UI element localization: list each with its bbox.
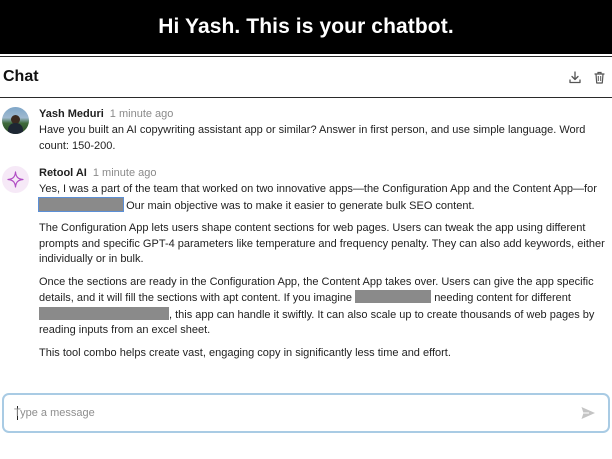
message-text: Have you built an AI copywriting assista…	[39, 123, 611, 161]
chat-title: Chat	[3, 68, 39, 85]
redacted-text	[355, 290, 432, 303]
chatbot-banner: Hi Yash. This is your chatbot.	[0, 0, 612, 54]
download-icon[interactable]	[568, 69, 582, 85]
paragraph-text: Our main objective was to make it easier…	[126, 199, 475, 212]
message-header: Yash Meduri 1 minute ago	[39, 107, 173, 121]
message-input[interactable]	[14, 404, 554, 422]
redacted-text	[38, 196, 124, 212]
bot-avatar	[2, 166, 29, 193]
sender-name: Yash Meduri	[39, 108, 104, 120]
message-paragraph: Yes, I was a part of the team that worke…	[38, 182, 611, 214]
user-avatar	[2, 107, 29, 134]
paragraph-text: needing content for different	[434, 292, 571, 304]
message-list: Yash Meduri 1 minute ago Have you built a…	[0, 98, 612, 388]
message-paragraph: This tool combo helps create vast, engag…	[39, 346, 451, 359]
message-time: 1 minute ago	[109, 108, 174, 120]
paragraph-text: Yes, I was a part of the team that worke…	[39, 183, 597, 195]
chat-actions	[568, 69, 606, 85]
message-paragraph: The Configuration App lets users shape c…	[39, 222, 605, 265]
message-paragraph: Have you built an AI copywriting assista…	[39, 124, 586, 152]
message-text: Yes, I was a part of the team that worke…	[38, 182, 611, 368]
chat-header: Chat	[0, 56, 612, 98]
message-time: 1 minute ago	[92, 167, 157, 179]
sender-name: Retool AI	[39, 167, 87, 179]
message-composer	[2, 393, 610, 433]
banner-title: Hi Yash. This is your chatbot.	[158, 15, 454, 38]
message-paragraph: Once the sections are ready in the Confi…	[39, 275, 611, 339]
message-header: Retool AI 1 minute ago	[39, 166, 156, 180]
sparkle-icon	[7, 171, 24, 188]
send-icon[interactable]	[580, 405, 596, 421]
redacted-text	[39, 306, 169, 320]
trash-icon[interactable]	[592, 69, 606, 85]
